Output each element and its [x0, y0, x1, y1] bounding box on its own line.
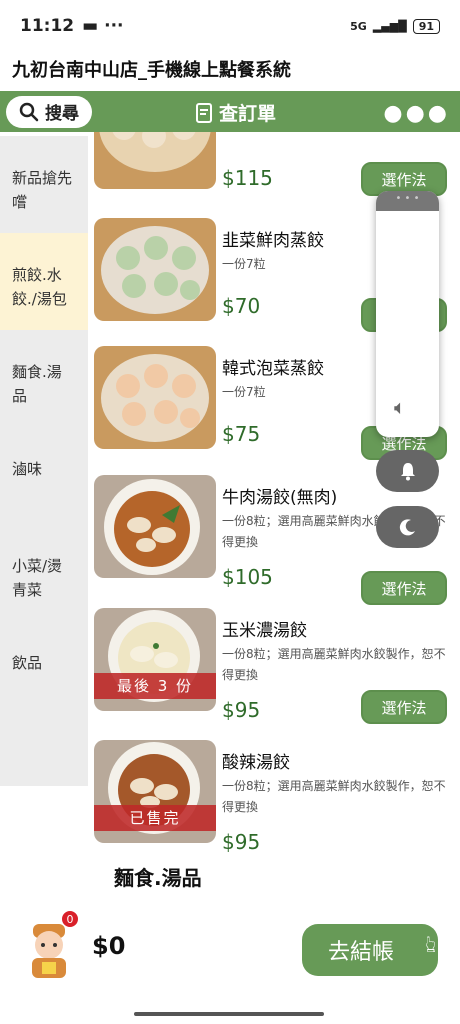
sidebar-item-dumplings[interactable]: 煎餃.水餃./湯包 [0, 233, 88, 330]
beef-soup-dumpling-image [94, 475, 216, 578]
sidebar-item-drinks[interactable]: 飲品 [0, 621, 88, 718]
cart-count-badge: 0 [61, 910, 79, 928]
more-icon[interactable]: ●●● [383, 101, 450, 126]
status-time: 11:12 [20, 16, 75, 36]
sidebar-item-label: 滷味 [12, 460, 43, 478]
volume-icon[interactable]: 🔈︎ [394, 395, 406, 419]
sold-out-ribbon: 已售完 [94, 805, 216, 831]
moon-icon [399, 519, 415, 536]
item-name: 玉米濃湯餃 [222, 621, 307, 641]
sidebar-item-label: 煎餃.水餃./湯包 [12, 266, 67, 308]
choose-option-button[interactable]: 選作法 [361, 571, 447, 605]
network-label: 5G [350, 19, 367, 33]
sidebar-item-sides[interactable]: 小菜/燙青菜 [0, 524, 88, 621]
sidebar-item-new[interactable]: 新品搶先嚐 [0, 136, 88, 233]
orders-label: 查訂單 [219, 103, 277, 125]
sidebar-item-label: 新品搶先嚐 [12, 169, 73, 211]
cart-bar: 0 $0 去結帳 👆︎ [0, 894, 460, 1024]
sidebar-item-label: 飲品 [12, 654, 43, 672]
category-sidebar: 新品搶先嚐 煎餃.水餃./湯包 麵食.湯品 滷味 小菜/燙青菜 飲品 [0, 136, 88, 786]
nav-bar: 搜尋 查訂單 ●●● [0, 88, 460, 132]
item-name: 韓式泡菜蒸餃 [222, 359, 324, 379]
kimchi-dumpling-image [94, 346, 216, 449]
cart-total: $0 [92, 932, 126, 960]
status-bar: 11:12 ▬ ··· 5G ▂▄▆█ 91 [0, 0, 460, 52]
sidebar-item-label: 麵食.湯品 [12, 363, 62, 405]
bell-button[interactable] [376, 450, 439, 492]
item-desc: 一份8粒；選用高麗菜鮮肉水餃製作，恕不得更換 [222, 647, 446, 682]
orders-button[interactable]: 查訂單 [195, 99, 276, 126]
home-indicator[interactable] [134, 1012, 324, 1016]
item-price: $105 [222, 565, 273, 589]
drag-handle[interactable]: • • • [376, 191, 439, 211]
menu-item[interactable]: 最後 3 份 玉米濃湯餃 一份8粒；選用高麗菜鮮肉水餃製作，恕不得更換 $95 … [88, 608, 460, 740]
search-button[interactable]: 搜尋 [6, 95, 92, 128]
corn-soup-dumpling-image: 最後 3 份 [94, 608, 216, 711]
hot-sour-dumpling-image: 已售完 [94, 740, 216, 843]
item-desc: 一份8粒；選用高麗菜鮮肉水餃製作，恕不得更換 [222, 779, 446, 814]
item-price: $115 [222, 166, 273, 190]
chive-dumpling-image [94, 218, 216, 321]
sidebar-item-noodles[interactable]: 麵食.湯品 [0, 330, 88, 427]
choose-option-button[interactable]: 選作法 [361, 690, 447, 724]
bell-icon [400, 463, 415, 481]
receipt-icon [196, 102, 212, 123]
pay-hand-icon: 👆︎ [425, 930, 436, 958]
item-name: 酸辣湯餃 [222, 753, 290, 773]
item-price: $70 [222, 294, 261, 318]
item-name: 牛肉湯餃(無肉) [222, 488, 338, 508]
item-name: 韭菜鮮肉蒸餃 [222, 231, 324, 251]
item-price: $75 [222, 422, 261, 446]
status-icons: 5G ▂▄▆█ 91 [350, 18, 440, 34]
section-heading: 麵食.湯品 [114, 866, 202, 890]
notification-icon: ▬ ··· [82, 16, 124, 36]
checkout-button[interactable]: 去結帳 👆︎ [302, 924, 438, 976]
item-price: $95 [222, 830, 261, 854]
volume-panel[interactable]: • • • 🔈︎ [376, 191, 439, 437]
do-not-disturb-button[interactable] [376, 506, 439, 548]
sidebar-item-braised[interactable]: 滷味 [0, 427, 88, 524]
checkout-label: 去結帳 [328, 940, 395, 965]
search-icon [19, 102, 39, 121]
menu-item[interactable]: 已售完 酸辣湯餃 一份8粒；選用高麗菜鮮肉水餃製作，恕不得更換 $95 [88, 740, 460, 872]
app-title: 九初台南中山店_手機線上點餐系統 [12, 60, 291, 81]
limited-stock-ribbon: 最後 3 份 [94, 673, 216, 699]
search-label: 搜尋 [45, 104, 79, 124]
signal-icon: ▂▄▆█ [372, 19, 407, 33]
battery-icon: 91 [412, 18, 440, 34]
sidebar-item-label: 小菜/燙青菜 [12, 557, 63, 599]
item-price: $95 [222, 698, 261, 722]
dumpling-steamer-image [94, 132, 216, 189]
